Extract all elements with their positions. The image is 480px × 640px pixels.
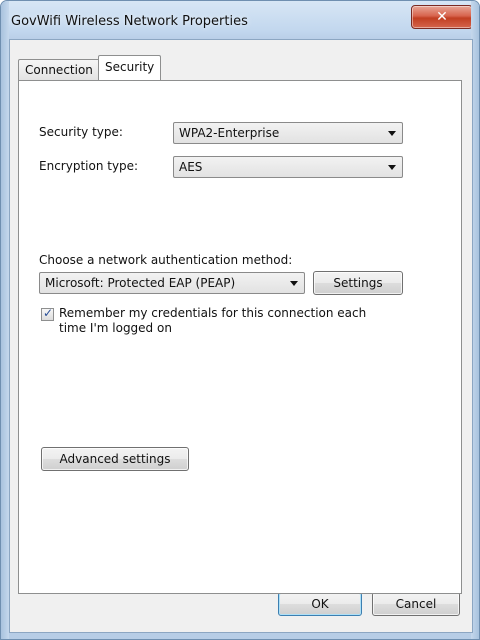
close-button[interactable]: ✕	[411, 5, 473, 29]
security-tab-panel: Security type: WPA2-Enterprise Encryptio…	[18, 80, 462, 594]
chevron-down-icon	[388, 131, 396, 136]
encryption-type-value: AES	[179, 160, 203, 174]
security-type-dropdown[interactable]: WPA2-Enterprise	[173, 122, 403, 144]
remember-credentials-checkbox[interactable]: ✓	[41, 306, 54, 321]
encryption-type-dropdown[interactable]: AES	[173, 156, 403, 178]
window-title: GovWifi Wireless Network Properties	[11, 14, 248, 29]
cancel-button[interactable]: Cancel	[372, 592, 460, 616]
auth-method-label: Choose a network authentication method:	[39, 253, 293, 267]
advanced-settings-button[interactable]: Advanced settings	[41, 447, 189, 471]
auth-method-dropdown[interactable]: Microsoft: Protected EAP (PEAP)	[39, 272, 305, 294]
remember-credentials-label-line2: time I'm logged on	[59, 321, 172, 335]
title-bar[interactable]: GovWifi Wireless Network Properties ✕	[1, 1, 479, 39]
dialog-client-area: Connection Security Security type: WPA2-…	[9, 39, 473, 633]
security-type-label: Security type:	[39, 125, 123, 139]
tab-connection[interactable]: Connection	[18, 59, 100, 80]
tab-security[interactable]: Security	[98, 55, 162, 80]
auth-method-value: Microsoft: Protected EAP (PEAP)	[45, 276, 236, 290]
encryption-type-label: Encryption type:	[39, 159, 139, 173]
chevron-down-icon	[388, 165, 396, 170]
settings-button[interactable]: Settings	[313, 271, 403, 295]
tab-strip: Connection Security	[18, 54, 458, 80]
checkmark-icon: ✓	[43, 306, 54, 320]
remember-credentials-label-line1: Remember my credentials for this connect…	[59, 306, 367, 320]
close-icon: ✕	[436, 9, 448, 25]
security-type-value: WPA2-Enterprise	[179, 126, 280, 140]
chevron-down-icon	[290, 281, 298, 286]
properties-window: GovWifi Wireless Network Properties ✕ Co…	[0, 0, 480, 640]
ok-button[interactable]: OK	[278, 592, 362, 616]
